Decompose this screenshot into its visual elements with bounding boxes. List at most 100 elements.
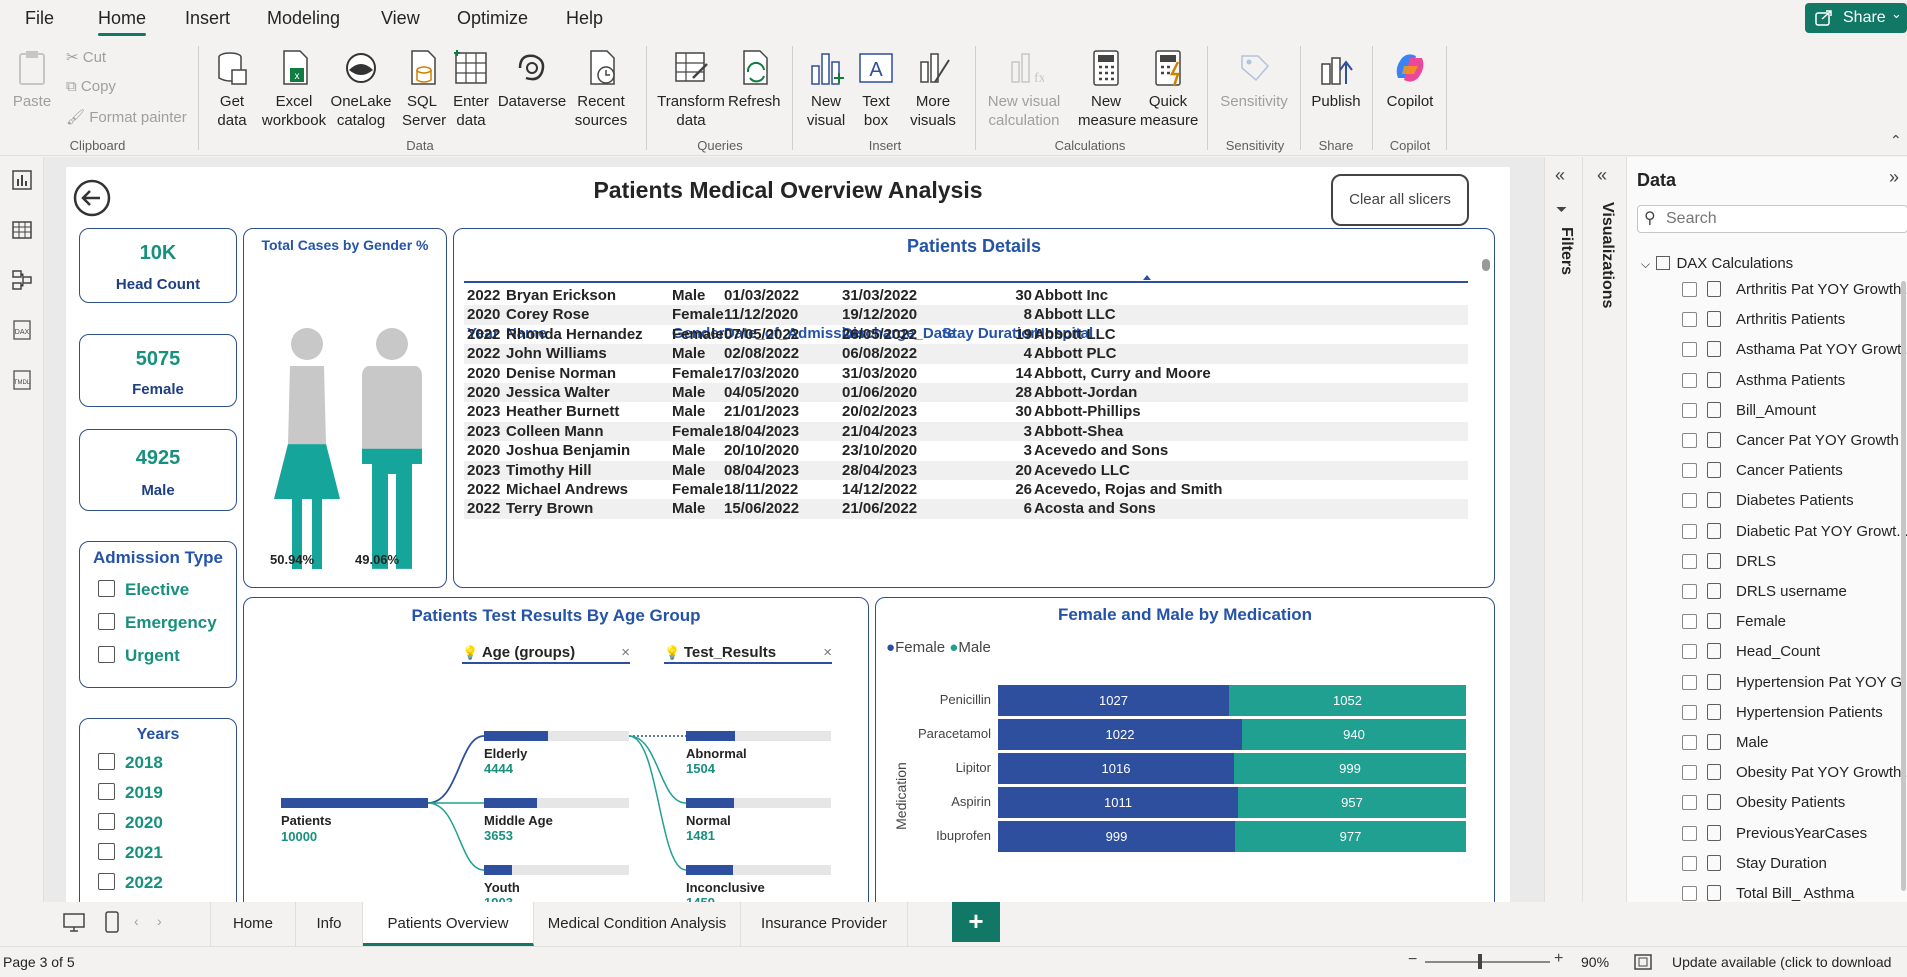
table-row[interactable]: 2020 Joshua Benjamin Male 20/10/2020 23/10/2… [464,441,1468,460]
field-item[interactable]: Head_Count [1682,643,1820,660]
format-painter-button[interactable]: 🖌 Format painter [66,108,187,126]
bar-male[interactable]: 999 [1234,753,1466,784]
sort-ascending-icon[interactable] [1142,273,1152,281]
tab-info[interactable]: Info [296,902,363,946]
decomp-node-bar-inconclusive[interactable] [686,865,733,875]
more-visuals-button[interactable]: More visuals [902,48,964,130]
field-checkbox[interactable] [1682,463,1697,479]
table-row[interactable]: 2020 Corey Rose Female 11/12/2020 19/12/2020… [464,305,1468,325]
expand-pane-icon[interactable]: « [1597,165,1607,186]
decomp-node-bar-youth[interactable] [484,865,512,875]
field-checkbox[interactable] [1682,402,1697,418]
tmdl-view-icon[interactable]: TMDL [11,369,33,391]
get-data-button[interactable]: Get data [208,48,256,130]
bar-male[interactable]: 957 [1238,787,1466,818]
slicer-option-2021[interactable]: 2021 [98,843,163,863]
checkbox[interactable] [98,843,115,860]
cut-button[interactable]: ✂ Cut [66,48,106,66]
slicer-option-elective[interactable]: Elective [98,580,189,600]
desktop-layout-icon[interactable] [62,912,86,934]
share-button[interactable]: Share ⌄ [1805,3,1907,33]
text-box-button[interactable]: A Text box [854,48,898,130]
dataverse-button[interactable]: Dataverse [497,48,567,111]
field-item[interactable]: Hypertension Patients [1682,703,1883,721]
excel-workbook-button[interactable]: x Excel workbook [259,48,329,130]
field-item[interactable]: Female [1682,613,1786,630]
menu-help[interactable]: Help [566,8,603,29]
field-checkbox[interactable] [1682,282,1697,297]
menu-view[interactable]: View [381,8,420,29]
field-checkbox[interactable] [1682,825,1697,841]
slicer-option-urgent[interactable]: Urgent [98,646,180,666]
collapse-ribbon-icon[interactable]: ⌃ [1890,132,1902,149]
checkbox[interactable] [98,580,115,597]
add-page-button[interactable]: + [952,902,1000,942]
field-checkbox[interactable] [1682,553,1697,569]
field-item[interactable]: Obesity Pat YOY Growth... [1682,764,1907,781]
sensitivity-button[interactable]: Sensitivity [1218,48,1290,111]
new-measure-button[interactable]: New measure [1078,48,1136,130]
tab-scroll-right-icon[interactable]: › [157,913,162,929]
checkbox[interactable] [98,783,115,800]
bar-female[interactable]: 1027 [998,685,1229,716]
field-item[interactable]: Cancer Pat YOY Growth ... [1682,432,1907,449]
field-item[interactable]: Bill_Amount [1682,401,1816,419]
search-input[interactable] [1666,208,1896,230]
slicer-option-2018[interactable]: 2018 [98,753,163,773]
new-visual-calculation-button[interactable]: fx New visual calculation [986,48,1062,130]
decomp-root-bar[interactable] [281,798,428,808]
collapse-pane-icon[interactable]: « [1555,165,1565,186]
field-item[interactable]: Diabetes Patients [1682,492,1854,509]
field-checkbox[interactable] [1682,523,1697,539]
tab-insurance-provider[interactable]: Insurance Provider [741,902,908,946]
search-box[interactable]: ⚲ [1637,205,1907,233]
field-item[interactable]: Asthama Pat YOY Growt... [1682,341,1907,358]
field-checkbox[interactable] [1682,674,1697,690]
table-row[interactable]: 2022 John Williams Male 02/08/2022 06/08/202… [464,344,1468,364]
zoom-slider-thumb[interactable] [1478,954,1482,969]
mobile-layout-icon[interactable] [104,910,120,934]
field-checkbox[interactable] [1682,312,1697,328]
decomp-node-bar-abnormal[interactable] [686,731,735,741]
field-checkbox[interactable] [1682,614,1697,630]
checkbox[interactable] [98,646,115,663]
collapse-data-pane-icon[interactable]: » [1889,167,1899,188]
field-item[interactable]: DRLS [1682,552,1776,570]
field-item[interactable]: Arthritis Patients [1682,311,1845,328]
dax-query-view-icon[interactable]: DAX [11,319,33,341]
decomp-node-bar-elderly[interactable] [484,731,548,741]
slicer-option-emergency[interactable]: Emergency [98,613,217,633]
field-checkbox[interactable] [1682,855,1697,871]
publish-button[interactable]: Publish [1310,48,1362,111]
report-view-icon[interactable] [11,169,33,191]
enter-data-button[interactable]: Enter data [450,48,492,130]
bar-male[interactable]: 940 [1242,719,1466,750]
decomp-node-bar-normal[interactable] [686,798,734,808]
data-pane-scrollbar[interactable] [1901,281,1906,891]
field-checkbox[interactable] [1682,704,1697,720]
table-row[interactable]: 2022 Bryan Erickson Male 01/03/2022 31/03/20… [464,286,1468,305]
tab-medical-condition-analysis[interactable]: Medical Condition Analysis [534,902,741,946]
field-checkbox[interactable] [1682,342,1697,358]
table-row[interactable]: 2022 Terry Brown Male 15/06/2022 21/06/2022 6… [464,499,1468,519]
field-checkbox[interactable] [1682,433,1697,448]
field-checkbox[interactable] [1682,735,1697,750]
menu-modeling[interactable]: Modeling [267,8,340,29]
copilot-button[interactable]: Copilot [1384,48,1436,111]
table-row[interactable]: 2020 Jessica Walter Male 04/05/2020 01/06/20… [464,383,1468,403]
slicer-option-2019[interactable]: 2019 [98,783,163,803]
decomp-node-bar-middle-age[interactable] [484,798,537,808]
new-visual-button[interactable]: New visual [802,48,850,130]
field-checkbox[interactable] [1682,493,1697,509]
clear-slicers-button[interactable]: Clear all slicers [1331,174,1469,226]
table-row[interactable]: 2020 Denise Norman Female 17/03/2020 31/03/2… [464,364,1468,383]
field-item[interactable]: Total Bill_ Asthma [1682,885,1854,901]
checkbox[interactable] [98,753,115,770]
bar-female[interactable]: 1016 [998,753,1234,784]
slicer-option-2020[interactable]: 2020 [98,813,163,833]
bar-female[interactable]: 999 [998,821,1235,852]
transform-data-button[interactable]: Transform data [656,48,726,130]
table-row[interactable]: 2023 Colleen Mann Female 18/04/2023 21/04/20… [464,421,1468,442]
model-view-icon[interactable] [11,269,33,291]
table-scrollbar[interactable] [1482,259,1490,271]
